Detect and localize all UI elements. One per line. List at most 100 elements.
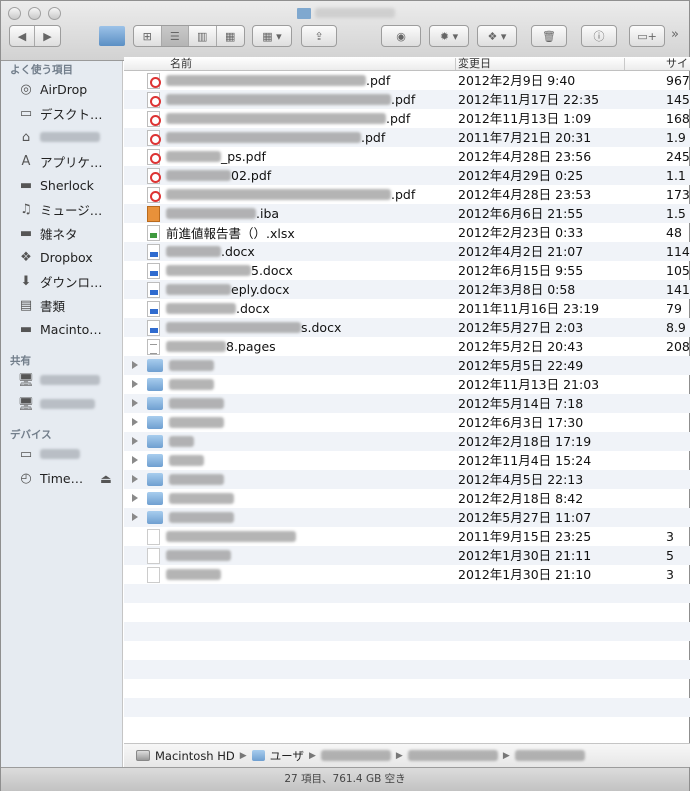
gen-file-icon bbox=[147, 528, 160, 545]
file-row[interactable]: .pdf 2012年2月9日 9:40 967 bbox=[124, 71, 690, 90]
file-row[interactable]: s.docx 2012年5月27日 2:03 8.9 bbox=[124, 318, 690, 337]
file-row[interactable]: 2012年4月5日 22:13 bbox=[124, 470, 690, 489]
column-name-header[interactable]: 名前 bbox=[170, 57, 192, 70]
sidebar-item-9[interactable]: ⬇ ダウンロ… bbox=[17, 271, 121, 291]
file-row[interactable]: 2012年5月5日 22:49 bbox=[124, 356, 690, 375]
delete-button[interactable]: 🗑 bbox=[531, 25, 567, 47]
path-item-blurred[interactable] bbox=[320, 750, 391, 761]
file-date: 2012年6月6日 21:55 bbox=[458, 206, 584, 221]
disclosure-triangle-icon[interactable] bbox=[132, 380, 138, 388]
path-item-blurred[interactable] bbox=[514, 750, 585, 761]
file-row[interactable]: .pdf 2012年11月17日 22:35 145 bbox=[124, 90, 690, 109]
disclosure-triangle-icon[interactable] bbox=[132, 361, 138, 369]
file-name-text: eply.docx bbox=[231, 282, 290, 297]
sidebar-item-shared-1[interactable]: 🖥 bbox=[17, 370, 121, 390]
sidebar-item-10[interactable]: ▤ 書類 bbox=[17, 295, 121, 315]
icon-view-icon[interactable]: ⊞ bbox=[134, 26, 162, 46]
disclosure-triangle-icon[interactable] bbox=[132, 456, 138, 464]
share-button[interactable]: ⇪ bbox=[301, 25, 337, 47]
blurred-name bbox=[169, 474, 224, 485]
sidebar-item-11[interactable]: ▬ Macinto… bbox=[17, 319, 121, 339]
file-row[interactable]: .iba 2012年6月6日 21:55 1.5 bbox=[124, 204, 690, 223]
file-date: 2012年2月23日 0:33 bbox=[458, 225, 584, 240]
file-name bbox=[147, 356, 214, 375]
file-name bbox=[147, 527, 296, 546]
file-name bbox=[147, 394, 224, 413]
toolbar-overflow-icon[interactable]: » bbox=[671, 27, 679, 42]
close-button[interactable] bbox=[8, 7, 21, 20]
file-row[interactable]: .pdf 2012年4月28日 23:53 173 bbox=[124, 185, 690, 204]
info-button[interactable]: ⓘ bbox=[581, 25, 617, 47]
path-item-blurred[interactable] bbox=[407, 750, 498, 761]
file-row[interactable]: 2012年2月18日 17:19 bbox=[124, 432, 690, 451]
file-row[interactable]: .pdf 2011年7月21日 20:31 1.9 bbox=[124, 128, 690, 147]
disclosure-triangle-icon[interactable] bbox=[132, 513, 138, 521]
zoom-button[interactable] bbox=[48, 7, 61, 20]
sidebar-item-6[interactable]: ♫ ミュージ… bbox=[17, 199, 121, 219]
file-name-text: s.docx bbox=[301, 320, 342, 335]
minimize-button[interactable] bbox=[28, 7, 41, 20]
column-view-icon[interactable]: ▥ bbox=[189, 26, 217, 46]
file-size: 1.1 bbox=[666, 168, 686, 183]
sidebar-item-8[interactable]: ❖ Dropbox bbox=[17, 247, 121, 267]
documents-icon: ▤ bbox=[19, 297, 33, 313]
file-row[interactable]: 2012年1月30日 21:10 3 bbox=[124, 565, 690, 584]
file-row[interactable]: 前進値報告書（）.xlsx 2012年2月23日 0:33 48 bbox=[124, 223, 690, 242]
file-row[interactable]: .docx 2011年11月16日 23:19 79 bbox=[124, 299, 690, 318]
file-row[interactable]: 2012年11月13日 21:03 bbox=[124, 375, 690, 394]
file-row[interactable]: 5.docx 2012年6月15日 9:55 105 bbox=[124, 261, 690, 280]
file-row[interactable]: .docx 2012年4月2日 21:07 114 bbox=[124, 242, 690, 261]
file-row[interactable]: .pdf 2012年11月13日 1:09 168 bbox=[124, 109, 690, 128]
arrange-button[interactable]: ▦ ▾ bbox=[252, 25, 292, 47]
file-date: 2012年5月5日 22:49 bbox=[458, 358, 584, 373]
file-row[interactable]: _ps.pdf 2012年4月28日 23:56 245 bbox=[124, 147, 690, 166]
path-separator-icon: ▶ bbox=[308, 750, 316, 761]
sidebar-item-3[interactable]: ⌂ bbox=[17, 127, 121, 147]
file-row[interactable]: 2012年5月27日 11:07 bbox=[124, 508, 690, 527]
back-icon[interactable]: ◀ bbox=[10, 26, 36, 46]
disclosure-triangle-icon[interactable] bbox=[132, 437, 138, 445]
file-row[interactable]: 02.pdf 2012年4月29日 0:25 1.1 bbox=[124, 166, 690, 185]
sidebar-item-5[interactable]: ▬ Sherlock bbox=[17, 175, 121, 195]
new-folder-button[interactable]: ▭+ bbox=[629, 25, 665, 47]
file-row[interactable]: 8.pages 2012年5月2日 20:43 208 bbox=[124, 337, 690, 356]
file-name: .docx bbox=[147, 299, 270, 318]
file-row[interactable]: 2012年11月4日 15:24 bbox=[124, 451, 690, 470]
blurred-name bbox=[166, 550, 231, 561]
sidebar-item-1[interactable]: ◎ AirDrop bbox=[17, 79, 121, 99]
folder-icon bbox=[297, 7, 311, 19]
eject-icon[interactable]: ⏏ bbox=[100, 471, 112, 486]
file-row[interactable]: 2012年6月3日 17:30 bbox=[124, 413, 690, 432]
path-item-users[interactable]: ユーザ bbox=[270, 748, 304, 764]
dropbox-button[interactable]: ❖ ▾ bbox=[477, 25, 517, 47]
disclosure-triangle-icon[interactable] bbox=[132, 494, 138, 502]
sidebar-item-7[interactable]: ▬ 雑ネタ bbox=[17, 223, 121, 243]
sidebar-device-1[interactable]: ▭ bbox=[17, 444, 121, 464]
sidebar-device-2[interactable]: ◴ Time… ⏏ bbox=[17, 468, 121, 488]
path-item-disk[interactable]: Macintosh HD bbox=[155, 749, 235, 763]
gear-icon: ✹ ▾ bbox=[439, 29, 459, 43]
disclosure-triangle-icon[interactable] bbox=[132, 475, 138, 483]
column-date-header[interactable]: 変更日 bbox=[458, 57, 491, 70]
column-size-header[interactable]: サイ bbox=[666, 57, 688, 70]
file-row[interactable]: 2012年2月18日 8:42 bbox=[124, 489, 690, 508]
file-row[interactable]: 2011年9月15日 23:25 3 bbox=[124, 527, 690, 546]
folder-icon: ▬ bbox=[19, 177, 33, 193]
back-forward-buttons[interactable]: ◀ ▶ bbox=[9, 25, 61, 47]
sidebar-item-2[interactable]: ▭ デスクト… bbox=[17, 103, 121, 123]
view-buttons[interactable]: ⊞ ☰ ▥ ▦ bbox=[133, 25, 245, 47]
sidebar-item-4[interactable]: A アプリケ… bbox=[17, 151, 121, 171]
forward-icon[interactable]: ▶ bbox=[35, 26, 60, 46]
quicklook-button[interactable]: ◉ bbox=[381, 25, 421, 47]
docx-file-icon bbox=[147, 262, 160, 279]
disclosure-triangle-icon[interactable] bbox=[132, 399, 138, 407]
action-button[interactable]: ✹ ▾ bbox=[429, 25, 469, 47]
file-date: 2012年4月28日 23:56 bbox=[458, 149, 592, 164]
list-view-icon[interactable]: ☰ bbox=[161, 26, 189, 46]
sidebar-item-shared-2[interactable]: 🖥 bbox=[17, 394, 121, 414]
coverflow-view-icon[interactable]: ▦ bbox=[217, 26, 244, 46]
file-row[interactable]: eply.docx 2012年3月8日 0:58 141 bbox=[124, 280, 690, 299]
disclosure-triangle-icon[interactable] bbox=[132, 418, 138, 426]
file-row[interactable]: 2012年1月30日 21:11 5 bbox=[124, 546, 690, 565]
file-row[interactable]: 2012年5月14日 7:18 bbox=[124, 394, 690, 413]
